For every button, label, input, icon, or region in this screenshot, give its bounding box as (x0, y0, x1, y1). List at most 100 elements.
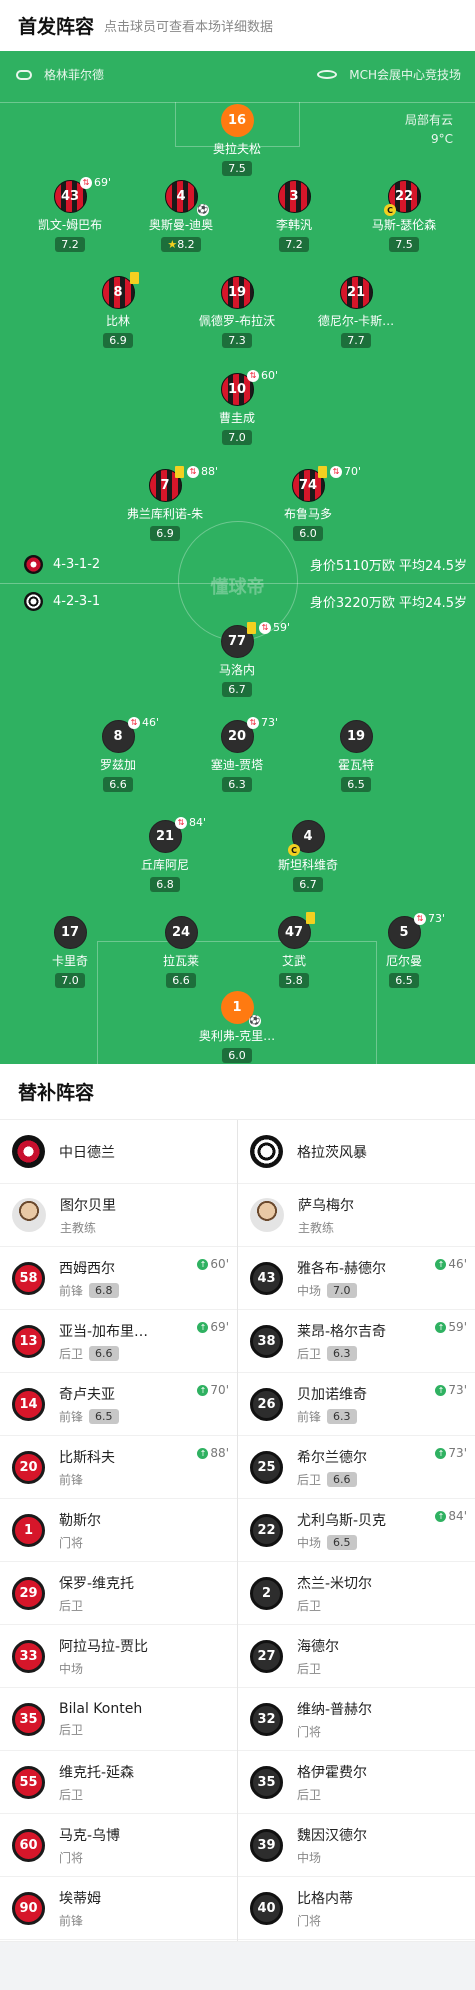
sub-player-row[interactable]: 20 比斯科夫 前锋 ↑ 88' (0, 1436, 237, 1499)
player-number: 35 (250, 1765, 283, 1799)
player-home-st2[interactable]: 74 ⇅ 70' 布鲁马多 6.0 (253, 465, 363, 541)
player-home-st1[interactable]: 7 ⇅ 88' 弗兰库利诺-朱 6.9 (110, 465, 220, 541)
player-name: 塞迪-贾塔 (210, 758, 264, 772)
player-home-cm1[interactable]: 8 比林 6.9 (63, 272, 173, 348)
player-home-gk[interactable]: 16 奥拉夫松 7.5 (182, 104, 292, 176)
player-home-cb1[interactable]: 4 ⚽ 奥斯曼-迪奥 ★8.2 (126, 180, 236, 252)
coach-role: 主教练 (60, 1220, 97, 1235)
sub-player-row[interactable]: 27 海德尔 后卫 (238, 1625, 475, 1688)
player-away-am2[interactable]: 20 ⇅ 73' 塞迪-贾塔 6.3 (182, 716, 292, 792)
player-number: 55 (12, 1765, 45, 1799)
player-position: 后卫 (297, 1346, 322, 1361)
sub-player-row[interactable]: 55 维克托-延森 后卫 (0, 1751, 237, 1814)
player-number: 29 (12, 1576, 45, 1610)
player-away-dm1[interactable]: 21 ⇅ 84' 丘库阿尼 6.8 (110, 816, 220, 892)
sub-in-icon: ↑ (435, 1258, 447, 1270)
sub-time: 59' (448, 1320, 467, 1334)
sub-player-row[interactable]: 22 尤利乌斯-贝克 中场 6.5 ↑ 84' (238, 1499, 475, 1562)
sub-in-icon: ↑ (435, 1510, 447, 1522)
sub-out-icon: ⇅ (259, 621, 271, 634)
sub-player-row[interactable]: 25 希尔兰德尔 后卫 6.6 ↑ 73' (238, 1436, 475, 1499)
player-home-cb2[interactable]: 3 李韩汎 7.2 (239, 180, 349, 252)
player-home-cm2[interactable]: 19 佩德罗-布拉沃 7.3 (182, 276, 292, 348)
player-home-cm3[interactable]: 21 德尼尔-卡斯… 7.7 (301, 276, 411, 348)
player-name: 霍瓦特 (337, 758, 374, 772)
sub-player-row[interactable]: 2 杰兰-米切尔 后卫 (238, 1562, 475, 1625)
team-name: 中日德兰 (59, 1144, 115, 1161)
sub-player-row[interactable]: 90 埃蒂姆 前锋 (0, 1877, 237, 1940)
player-position: 后卫 (297, 1661, 322, 1676)
away-formation: 4-2-3-1 (53, 594, 101, 609)
home-coach-row[interactable]: 图尔贝里 主教练 (0, 1184, 237, 1247)
player-position: 前锋 (59, 1472, 84, 1487)
away-subs-column: 格拉茨风暴 萨乌梅尔 主教练 43 雅各布-赫德尔 中场 7.0 ↑ 46' 38 莱昂-格尔… (238, 1120, 475, 1941)
player-rating: 7.2 (279, 237, 309, 252)
player-away-gk[interactable]: 1 ⚽ 奥利弗-克里… 6.0 (182, 991, 292, 1063)
goal-icon: ⚽ (197, 204, 209, 216)
player-rating: 6.6 (89, 1345, 119, 1361)
sub-in-icon: ↑ (435, 1384, 447, 1396)
sub-out-icon: ⇅ (80, 176, 92, 189)
sub-player-row[interactable]: 40 比格内蒂 门将 (238, 1877, 475, 1940)
sub-time: 73' (261, 716, 279, 729)
player-number: 19 (339, 720, 373, 753)
player-number: 32 (250, 1702, 283, 1736)
player-name: 罗兹加 (99, 758, 136, 772)
sub-time: 73' (448, 1446, 467, 1460)
sub-event: ⇅ 60' (247, 369, 278, 382)
sub-in-icon: ↑ (197, 1258, 209, 1270)
coach-name: 图尔贝里 (60, 1197, 116, 1214)
player-away-am1[interactable]: 8 ⇅ 46' 罗兹加 6.6 (63, 716, 173, 792)
sub-player-row[interactable]: 39 魏因汉德尔 中场 (238, 1814, 475, 1877)
player-rating: 6.7 (222, 682, 252, 697)
sub-player-row[interactable]: 26 贝加诺维奇 前锋 6.3 ↑ 73' (238, 1373, 475, 1436)
sub-player-row[interactable]: 29 保罗-维克托 后卫 (0, 1562, 237, 1625)
player-position: 门将 (59, 1535, 84, 1550)
yellow-card-icon (175, 465, 184, 478)
player-position: 后卫 (297, 1598, 322, 1613)
sub-player-row[interactable]: 58 西姆西尔 前锋 6.8 ↑ 60' (0, 1247, 237, 1310)
sub-player-row[interactable]: 13 亚当-加布里… 后卫 6.6 ↑ 69' (0, 1310, 237, 1373)
player-home-am[interactable]: 10 ⇅ 60' 曹圭成 7.0 (182, 369, 292, 445)
sub-player-row[interactable]: 33 阿拉马拉-贾比 中场 (0, 1625, 237, 1688)
player-number: 25 (250, 1450, 283, 1484)
sub-player-row[interactable]: 14 奇卢夫亚 前锋 6.5 ↑ 70' (0, 1373, 237, 1436)
player-away-lb[interactable]: 17 卡里奇 7.0 (15, 916, 125, 988)
player-away-dm2[interactable]: 4 C 斯坦科维奇 6.7 (253, 820, 363, 892)
player-rating: 6.3 (327, 1408, 357, 1424)
sub-player-row[interactable]: 35 Bilal Konteh 后卫 (0, 1688, 237, 1751)
weather: 局部有云 9°C (405, 111, 453, 149)
player-number: 22 (250, 1513, 283, 1547)
team-name: 格拉茨风暴 (297, 1144, 367, 1161)
player-rating: 6.8 (150, 877, 180, 892)
player-away-cb2[interactable]: 47 艾武 5.8 (239, 912, 349, 988)
player-rating: 6.6 (166, 973, 196, 988)
player-number: 21 (339, 276, 373, 309)
player-rating: 7.0 (327, 1282, 357, 1298)
sub-out-icon: ⇅ (247, 369, 259, 382)
player-away-am3[interactable]: 19 霍瓦特 6.5 (301, 720, 411, 792)
player-away-rb[interactable]: 5 ⇅ 73' 厄尔曼 6.5 (349, 912, 459, 988)
sub-player-row[interactable]: 35 格伊霍费尔 后卫 (238, 1751, 475, 1814)
player-number: 27 (250, 1639, 283, 1673)
sub-player-row[interactable]: 38 莱昂-格尔吉奇 后卫 6.3 ↑ 59' (238, 1310, 475, 1373)
player-home-rb[interactable]: 22 C 马斯-瑟伦森 7.5 (349, 180, 459, 252)
sub-in-time: ↑ 88' (197, 1446, 229, 1460)
player-name: 阿拉马拉-贾比 (59, 1638, 149, 1655)
player-away-cb1[interactable]: 24 拉瓦莱 6.6 (126, 916, 236, 988)
sub-time: 69' (94, 176, 112, 189)
sub-player-row[interactable]: 43 雅各布-赫德尔 中场 7.0 ↑ 46' (238, 1247, 475, 1310)
away-squad-value: 身价3220万欧 平均24.5岁 (309, 596, 467, 611)
page-subtitle: 点击球员可查看本场详细数据 (104, 20, 274, 35)
venue-label: MCH会展中心竞技场 (317, 66, 461, 83)
sub-player-row[interactable]: 1 勒斯尔 门将 (0, 1499, 237, 1562)
player-number: 1 (12, 1513, 45, 1547)
away-coach-row[interactable]: 萨乌梅尔 主教练 (238, 1184, 475, 1247)
sturm-graz-badge-icon (24, 592, 43, 611)
yellow-card-icon (247, 621, 256, 634)
sub-out-icon: ⇅ (247, 716, 259, 729)
sub-player-row[interactable]: 60 马克-乌博 门将 (0, 1814, 237, 1877)
player-home-lb[interactable]: 43 ⇅ 69' 凯文-姆巴布 7.2 (15, 176, 125, 252)
sub-player-row[interactable]: 32 维纳-普赫尔 门将 (238, 1688, 475, 1751)
player-away-st[interactable]: 77 ⇅ 59' 马洛内 6.7 (182, 621, 292, 697)
